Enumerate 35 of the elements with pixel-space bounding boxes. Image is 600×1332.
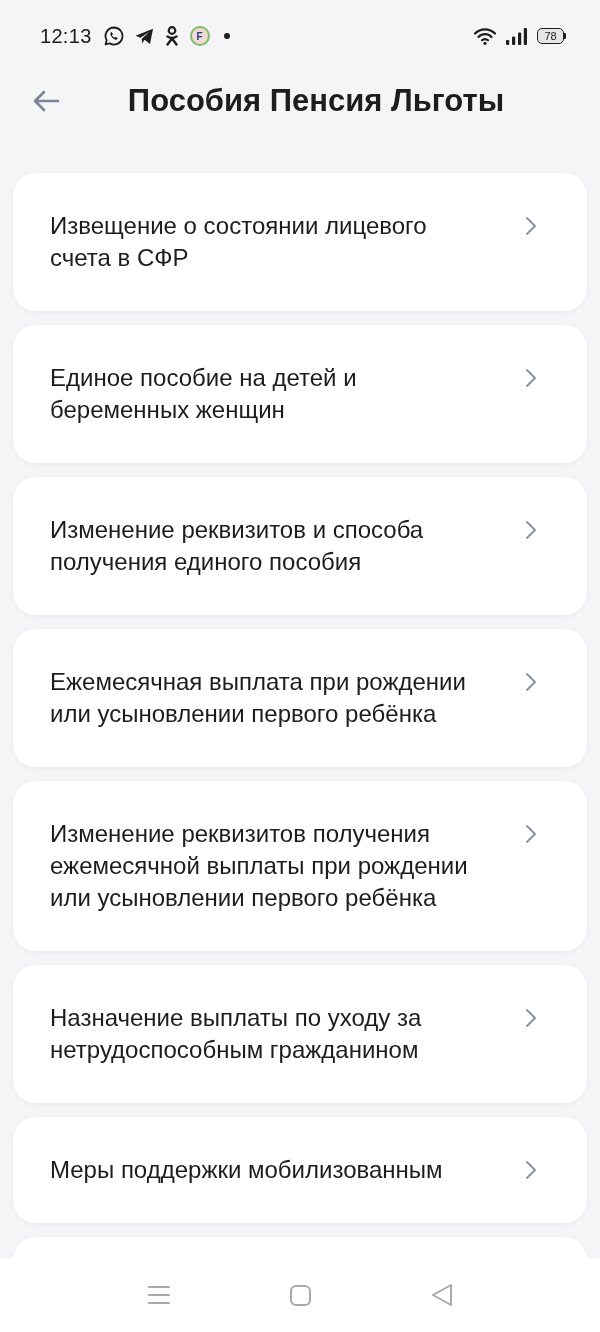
- arrow-left-icon: [32, 90, 60, 112]
- stick-figure-icon: [164, 26, 179, 46]
- item-title: Ежемесячная выплата при рождении или усыновлении первого ребёнка: [50, 667, 467, 729]
- status-time: 12:13: [40, 24, 92, 48]
- page-title: Пособия Пенсия Льготы: [126, 83, 506, 119]
- chevron-right-icon: [525, 1160, 537, 1180]
- chevron-right-icon: [525, 1008, 537, 1028]
- chevron-right-icon: [525, 824, 537, 844]
- item-title: Извещение о состоянии лицевого счета в СФР: [50, 211, 428, 273]
- menu-card[interactable]: Изменение реквизитов получения ежемесячной выплаты при рождении или усыновлении первого ребёнка: [13, 781, 587, 951]
- item-title: Изменение реквизитов получения ежемесячной выплаты при рождении или усыновлении первого ребёнка: [50, 819, 469, 913]
- chevron-right-icon: [525, 520, 537, 540]
- menu-card[interactable]: Ежемесячная выплата при рождении или усыновлении первого ребёнка: [13, 629, 587, 767]
- back-icon[interactable]: [430, 1283, 453, 1307]
- home-icon[interactable]: [289, 1284, 311, 1306]
- battery-indicator: 78: [537, 28, 566, 44]
- menu-card[interactable]: Изменение реквизитов и способа получения единого пособия: [13, 477, 587, 615]
- menu-icon[interactable]: [147, 1285, 170, 1305]
- chat-bubble-icon: [103, 26, 124, 46]
- item-title: Меры поддержки мобилизованным: [50, 1155, 443, 1185]
- menu-card[interactable]: Извещение о состоянии лицевого счета в СФР: [13, 173, 587, 311]
- chevron-right-icon: [525, 672, 537, 692]
- chevron-right-icon: [525, 216, 537, 236]
- signal-icon: [506, 27, 527, 45]
- menu-card[interactable]: Меры поддержки мобилизованным: [13, 1117, 587, 1223]
- chevron-right-icon: [525, 368, 537, 388]
- item-title: Назначение выплаты по уходу за нетрудоспособным гражданином: [50, 1003, 423, 1065]
- paper-plane-icon: [134, 27, 154, 45]
- menu-card[interactable]: Единое пособие на детей и беременных женщин: [13, 325, 587, 463]
- item-title: Единое пособие на детей и беременных женщин: [50, 363, 358, 425]
- item-title: Изменение реквизитов и способа получения единого пособия: [50, 515, 425, 577]
- dot-icon: [223, 33, 230, 39]
- app-icon: F: [189, 26, 210, 46]
- wifi-icon: [474, 27, 496, 45]
- menu-card[interactable]: Назначение выплаты по уходу за нетрудоспособным гражданином: [13, 965, 587, 1103]
